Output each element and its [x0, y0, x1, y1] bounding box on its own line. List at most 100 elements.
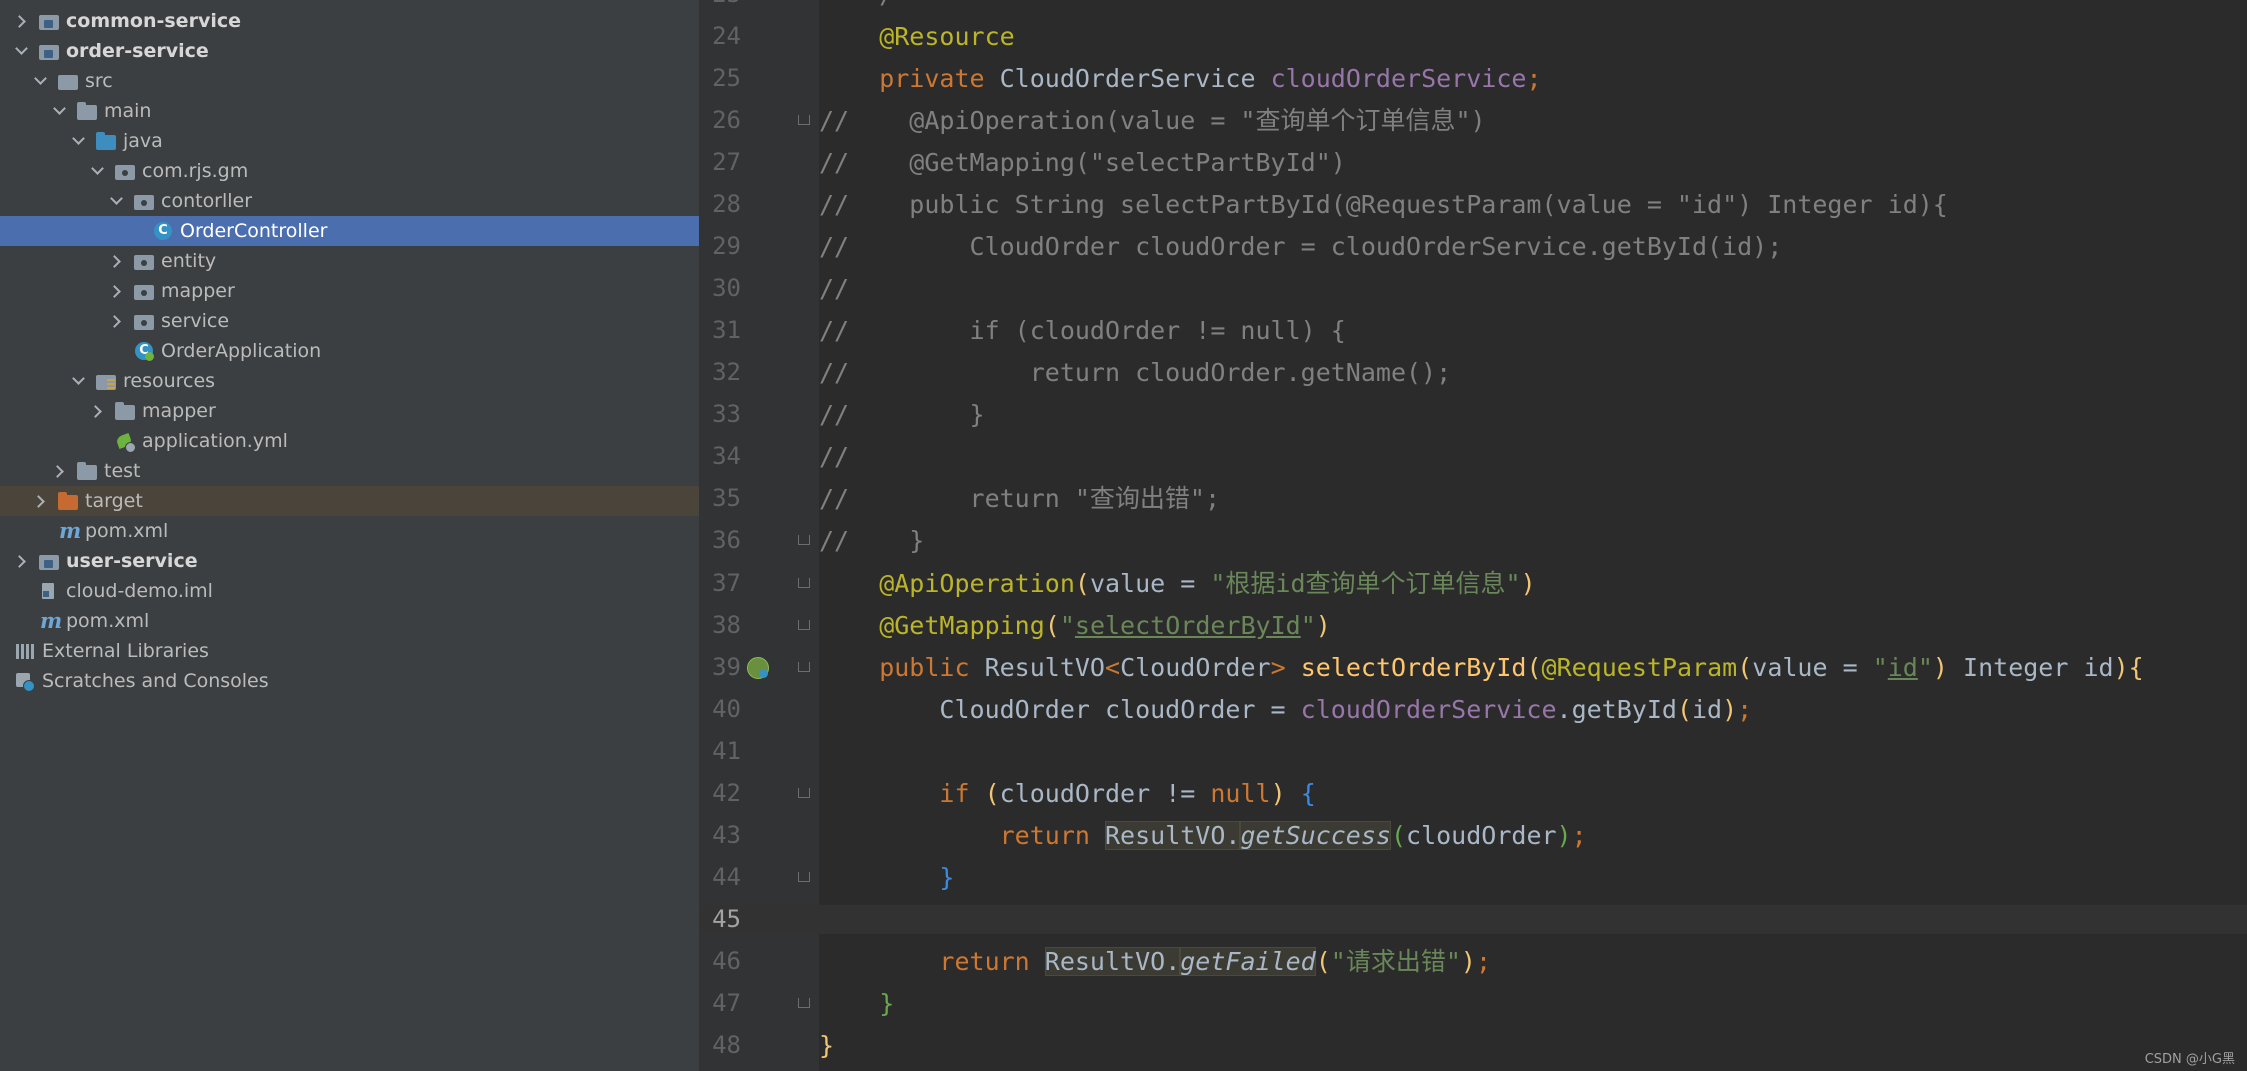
chevron-right-icon[interactable]: [90, 403, 106, 419]
tree-item-src[interactable]: src: [0, 66, 699, 96]
code-line[interactable]: 40 CloudOrder cloudOrder = cloudOrderSer…: [699, 695, 2247, 724]
tree-item-label: src: [85, 70, 113, 92]
code-token: ;: [1571, 820, 1587, 850]
code-line[interactable]: 27 // @GetMapping("selectPartById"): [699, 148, 2247, 177]
fold-marker-icon[interactable]: [797, 618, 811, 634]
code-line[interactable]: 28 // public String selectPartById(@Reque…: [699, 190, 2247, 219]
tree-item-label: External Libraries: [42, 640, 209, 662]
fold-marker-icon[interactable]: [797, 533, 811, 549]
tree-item-label: common-service: [66, 10, 241, 32]
line-number: 38: [712, 610, 741, 639]
module-icon: [38, 551, 60, 571]
res-folder-icon: [95, 371, 117, 391]
tree-item-target[interactable]: target: [0, 486, 699, 516]
tree-item-entity[interactable]: entity: [0, 246, 699, 276]
code-token: CloudOrderService: [999, 63, 1271, 93]
code-token: // }: [819, 526, 925, 556]
code-token: ): [1270, 778, 1286, 808]
tree-item-application-yml[interactable]: application.yml: [0, 426, 699, 456]
code-line[interactable]: 38 @GetMapping("selectOrderById"): [699, 611, 2247, 640]
code-line[interactable]: 23 */: [699, 0, 2247, 9]
chevron-right-icon[interactable]: [109, 253, 125, 269]
code-line[interactable]: 39 public ResultVO<CloudOrder> selectOrd…: [699, 653, 2247, 682]
fold-marker-icon[interactable]: [797, 786, 811, 802]
fold-marker-icon[interactable]: [797, 996, 811, 1012]
code-line[interactable]: 34 //: [699, 442, 2247, 471]
code-line[interactable]: 44 }: [699, 863, 2247, 892]
code-line[interactable]: 43 return ResultVO.getSuccess(cloudOrder…: [699, 820, 2247, 850]
tree-item-pom-xml[interactable]: pom.xml: [0, 606, 699, 636]
line-number: 23: [699, 0, 741, 9]
code-token: .getById: [1556, 694, 1677, 724]
tree-item-service[interactable]: service: [0, 306, 699, 336]
chevron-right-icon[interactable]: [109, 313, 125, 329]
tree-item-external-libraries[interactable]: External Libraries: [0, 636, 699, 666]
code-token: }: [819, 1031, 835, 1061]
tree-item-cloud-demo-iml[interactable]: cloud-demo.iml: [0, 576, 699, 606]
maven-icon: [38, 608, 62, 633]
chevron-right-icon[interactable]: [14, 553, 30, 569]
chevron-right-icon[interactable]: [33, 493, 49, 509]
tree-item-user-service[interactable]: user-service: [0, 546, 699, 576]
tree-item-orderapplication[interactable]: OrderApplication: [0, 336, 699, 366]
chevron-right-icon[interactable]: [52, 463, 68, 479]
code-line[interactable]: 45: [699, 904, 2247, 935]
chevron-down-icon[interactable]: [52, 103, 68, 119]
tree-item-main[interactable]: main: [0, 96, 699, 126]
tree-item-common-service[interactable]: common-service: [0, 6, 699, 36]
code-line[interactable]: 48}: [699, 1031, 2247, 1060]
code-line[interactable]: 46 return ResultVO.getFailed("请求出错");: [699, 946, 2247, 976]
code-line[interactable]: 41: [699, 737, 2247, 766]
chevron-right-icon[interactable]: [109, 283, 125, 299]
folder-icon: [76, 461, 98, 481]
line-number: 37: [712, 568, 741, 597]
fold-marker-icon[interactable]: [797, 870, 811, 886]
tree-item-contorller[interactable]: contorller: [0, 186, 699, 216]
tree-item-order-service[interactable]: order-service: [0, 36, 699, 66]
code-text: // public String selectPartById(@Request…: [819, 190, 1948, 219]
code-line[interactable]: 25 private CloudOrderService cloudOrderS…: [699, 64, 2247, 93]
fold-marker-icon[interactable]: [797, 660, 811, 676]
code-line[interactable]: 42 if (cloudOrder != null) {: [699, 779, 2247, 808]
code-line[interactable]: 33 // }: [699, 400, 2247, 429]
code-token: // if (cloudOrder != null) {: [819, 316, 1346, 346]
chevron-down-icon[interactable]: [90, 163, 106, 179]
code-line[interactable]: 37 @ApiOperation(value = "根据id查询单个订单信息"): [699, 569, 2247, 598]
tree-item-mapper[interactable]: mapper: [0, 396, 699, 426]
tree-item-label: OrderController: [180, 220, 328, 242]
code-text: public ResultVO<CloudOrder> selectOrderB…: [819, 653, 2143, 682]
code-editor[interactable]: 23 */ 24 @Resource 25 private CloudOrderSe…: [699, 0, 2247, 1071]
chevron-down-icon[interactable]: [109, 193, 125, 209]
tree-item-pom-xml[interactable]: pom.xml: [0, 516, 699, 546]
chevron-down-icon[interactable]: [14, 43, 30, 59]
tree-item-mapper[interactable]: mapper: [0, 276, 699, 306]
chevron-right-icon[interactable]: [14, 13, 30, 29]
tree-item-scratches-and-consoles[interactable]: Scratches and Consoles: [0, 666, 699, 696]
code-text: }: [819, 1031, 834, 1060]
tree-item-resources[interactable]: resources: [0, 366, 699, 396]
code-line[interactable]: 32 // return cloudOrder.getName();: [699, 358, 2247, 387]
tree-item-label: application.yml: [142, 430, 288, 452]
src-icon: [57, 71, 79, 91]
tree-item-com-rjs-gm[interactable]: com.rjs.gm: [0, 156, 699, 186]
code-line[interactable]: 29 // CloudOrder cloudOrder = cloudOrderS…: [699, 232, 2247, 261]
tree-item-ordercontroller[interactable]: OrderController: [0, 216, 699, 246]
chevron-down-icon[interactable]: [33, 73, 49, 89]
fold-marker-icon[interactable]: [797, 113, 811, 129]
tree-item-label: contorller: [161, 190, 253, 212]
fold-marker-icon[interactable]: [797, 576, 811, 592]
code-text: return ResultVO.getSuccess(cloudOrder);: [819, 820, 1587, 850]
tree-item-java[interactable]: java: [0, 126, 699, 156]
code-token: return: [819, 820, 1105, 850]
chevron-down-icon[interactable]: [71, 373, 87, 389]
code-line[interactable]: 26 // @ApiOperation(value = "查询单个订单信息"): [699, 106, 2247, 135]
code-line[interactable]: 47 }: [699, 989, 2247, 1018]
endpoint-gutter-icon[interactable]: [747, 656, 769, 679]
code-line[interactable]: 31 // if (cloudOrder != null) {: [699, 316, 2247, 345]
code-line[interactable]: 30 //: [699, 274, 2247, 303]
code-line[interactable]: 35 // return "查询出错";: [699, 484, 2247, 513]
tree-item-test[interactable]: test: [0, 456, 699, 486]
code-line[interactable]: 24 @Resource: [699, 22, 2247, 51]
chevron-down-icon[interactable]: [71, 133, 87, 149]
code-line[interactable]: 36 // }: [699, 526, 2247, 555]
